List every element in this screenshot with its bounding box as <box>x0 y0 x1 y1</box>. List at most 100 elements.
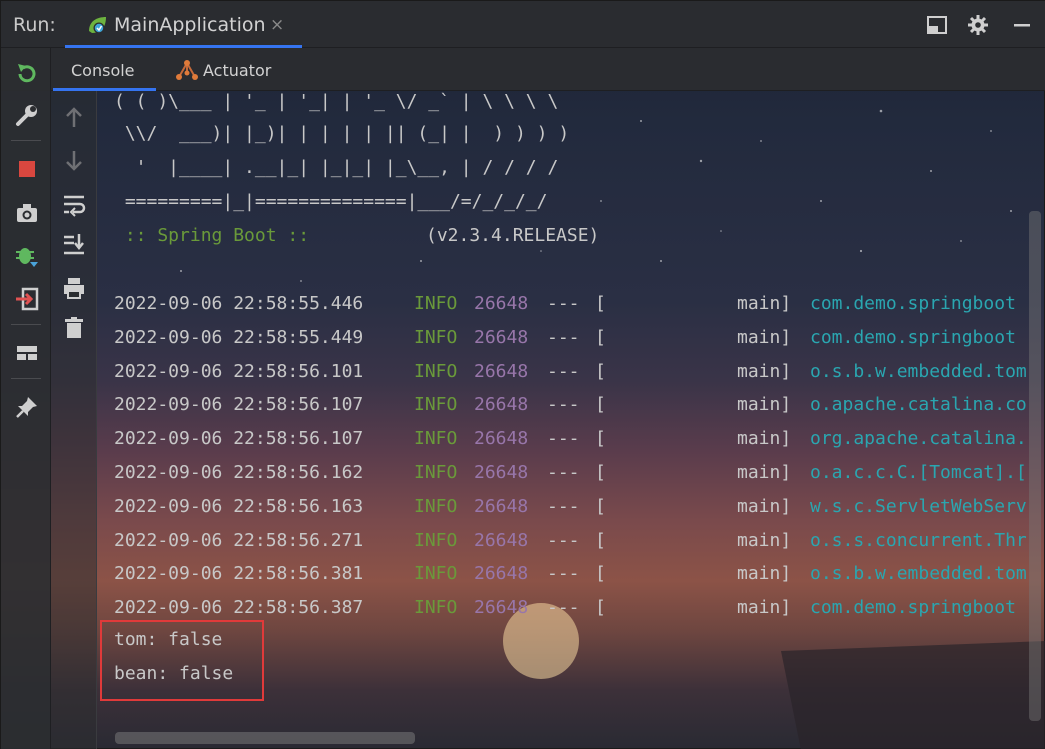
log-pid: 26648 <box>474 597 529 619</box>
toolbar-separator <box>11 140 41 141</box>
log-line: 2022-09-06 22:58:56.381 INFO 26648 --- [main… <box>98 563 1045 587</box>
actuator-icon <box>176 60 198 80</box>
log-bracket: [ <box>595 326 606 348</box>
log-ts: 2022-09-06 22:58:56.162 <box>114 462 364 483</box>
log-pid: 26648 <box>474 529 529 551</box>
log-sep: --- <box>547 360 580 382</box>
log-pid: 26648 <box>474 563 529 585</box>
log-logger: o.a.c.c.C.[Tomcat].[ <box>810 462 1027 483</box>
log-sep: --- <box>547 394 580 416</box>
log-bracket: [ <box>595 495 606 517</box>
log-sep: --- <box>547 529 580 551</box>
log-line: 2022-09-06 22:58:56.101 INFO 26648 --- [main… <box>98 361 1045 385</box>
bug-icon[interactable] <box>14 242 40 268</box>
log-sep: --- <box>547 428 580 450</box>
wrench-icon[interactable] <box>14 102 40 128</box>
layout-icon[interactable] <box>14 340 40 366</box>
log-line: 2022-09-06 22:58:55.449 INFO 26648 --- [main… <box>98 327 1045 351</box>
log-bracket: [ <box>595 394 606 416</box>
log-ts: 2022-09-06 22:58:56.381 <box>114 563 364 585</box>
log-pid: 26648 <box>474 326 529 348</box>
log-ts: 2022-09-06 22:58:56.107 <box>114 428 364 450</box>
banner-line: ( ( )\___ | '_ | '_| | '_ \/ _` | \ \ \ … <box>114 91 559 112</box>
log-logger: com.demo.springboot <box>810 293 1016 314</box>
soft-wrap-icon[interactable] <box>61 191 87 217</box>
log-bracket: [ <box>595 293 606 314</box>
close-tab-icon[interactable]: × <box>270 15 284 35</box>
log-line: 2022-09-06 22:58:56.387 INFO 26648 --- [main… <box>98 597 1045 621</box>
log-thread: main] <box>737 529 792 551</box>
log-thread: main] <box>737 597 792 619</box>
log-level: INFO <box>414 394 458 416</box>
log-bracket: [ <box>595 462 606 483</box>
tab-console[interactable]: Console <box>53 48 156 91</box>
log-thread: main] <box>737 428 792 450</box>
arrow-down-icon[interactable] <box>61 147 87 173</box>
log-ts: 2022-09-06 22:58:56.101 <box>114 360 364 382</box>
log-line: 2022-09-06 22:58:56.107 INFO 26648 --- [main… <box>98 394 1045 418</box>
log-thread: main] <box>737 326 792 348</box>
gear-icon[interactable] <box>967 14 989 36</box>
log-ts: 2022-09-06 22:58:56.387 <box>114 597 364 619</box>
print-icon[interactable] <box>61 275 87 301</box>
toolbar-separator <box>11 324 41 325</box>
toolbar-separator <box>11 378 41 379</box>
console-actions-toolbar <box>51 91 97 749</box>
log-bracket: [ <box>595 597 606 619</box>
log-thread: main] <box>737 394 792 416</box>
pin-icon[interactable] <box>14 394 40 420</box>
log-logger: org.apache.catalina. <box>810 428 1027 450</box>
minimize-icon[interactable] <box>1011 14 1033 36</box>
horizontal-scrollbar[interactable] <box>115 732 415 744</box>
log-ts: 2022-09-06 22:58:56.107 <box>114 394 364 416</box>
stop-icon[interactable] <box>14 156 40 182</box>
log-thread: main] <box>737 462 792 483</box>
rerun-icon[interactable] <box>14 60 40 86</box>
tab-actuator[interactable]: Actuator <box>171 48 291 91</box>
log-pid: 26648 <box>474 360 529 382</box>
log-pid: 26648 <box>474 495 529 517</box>
log-bracket: [ <box>595 428 606 450</box>
log-logger: o.s.s.concurrent.Thr <box>810 529 1027 551</box>
log-level: INFO <box>414 428 458 450</box>
log-line: 2022-09-06 22:58:55.446 INFO 26648 --- [main… <box>98 293 1045 317</box>
log-thread: main] <box>737 293 792 314</box>
log-sep: --- <box>547 597 580 619</box>
log-line: 2022-09-06 22:58:56.162 INFO 26648 --- [main… <box>98 462 1045 486</box>
arrow-up-icon[interactable] <box>61 105 87 131</box>
scroll-to-end-icon[interactable] <box>61 231 87 257</box>
log-level: INFO <box>414 529 458 551</box>
trash-icon[interactable] <box>61 315 87 341</box>
log-ts: 2022-09-06 22:58:56.163 <box>114 495 364 517</box>
login-icon[interactable] <box>14 286 40 312</box>
log-thread: main] <box>737 563 792 585</box>
layout-icon[interactable] <box>926 14 948 36</box>
console-output[interactable]: ( ( )\___ | '_ | '_| | '_ \/ _` | \ \ \ … <box>98 91 1045 749</box>
log-sep: --- <box>547 293 580 314</box>
log-bracket: [ <box>595 360 606 382</box>
output-line: tom: false <box>114 629 223 650</box>
log-level: INFO <box>414 326 458 348</box>
run-header: Run: MainApplication × <box>1 1 1045 48</box>
log-bracket: [ <box>595 563 606 585</box>
tab-actuator-label: Actuator <box>203 61 272 80</box>
tab-main-application[interactable]: MainApplication × <box>65 1 302 48</box>
log-sep: --- <box>547 495 580 517</box>
spring-boot-label: :: Spring Boot :: <box>114 225 310 246</box>
log-sep: --- <box>547 462 580 483</box>
log-thread: main] <box>737 360 792 382</box>
log-logger: o.s.b.w.embedded.tom <box>810 563 1027 585</box>
log-level: INFO <box>414 563 458 585</box>
camera-icon[interactable] <box>14 200 40 226</box>
app-spring-icon <box>89 17 106 34</box>
log-logger: o.s.b.w.embedded.tom <box>810 360 1027 382</box>
run-actions-toolbar <box>1 48 51 749</box>
log-line: 2022-09-06 22:58:56.271 INFO 26648 --- [main… <box>98 530 1045 554</box>
vertical-scrollbar[interactable] <box>1029 211 1041 721</box>
log-level: INFO <box>414 495 458 517</box>
log-logger: com.demo.springboot <box>810 326 1016 348</box>
banner-line: =========|_|==============|___/=/_/_/_/ <box>114 191 548 212</box>
log-pid: 26648 <box>474 428 529 450</box>
log-level: INFO <box>414 293 458 314</box>
run-label: Run: <box>13 14 56 36</box>
